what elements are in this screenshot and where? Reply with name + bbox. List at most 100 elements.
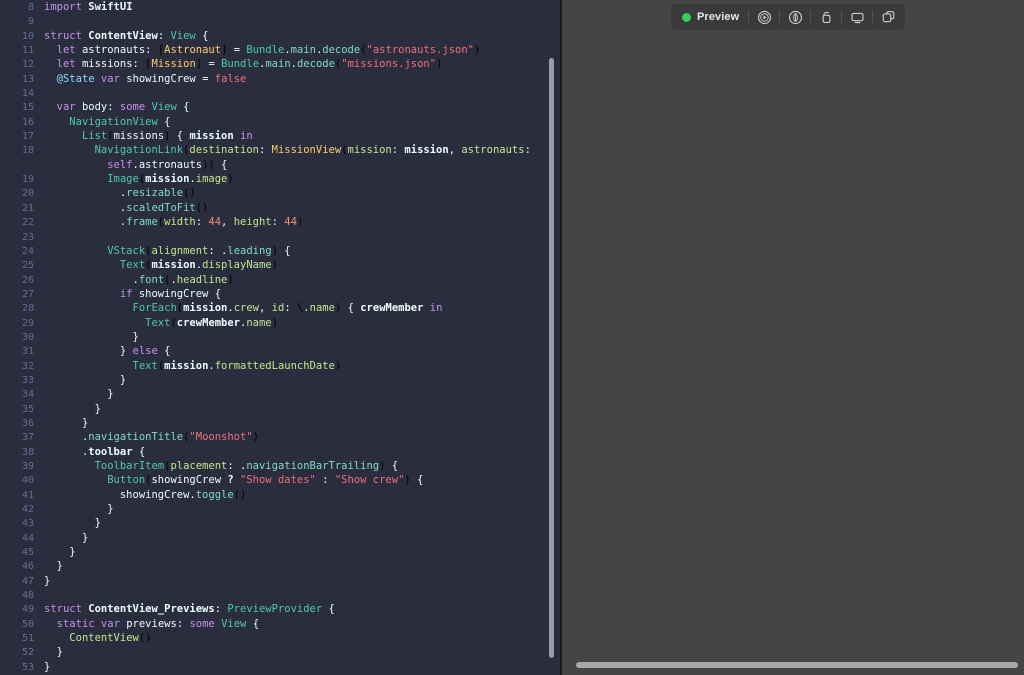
code-text: ToolbarItem(placement: .navigationBarTra…: [94, 460, 399, 472]
preview-on-device-button[interactable]: [842, 6, 872, 28]
code-text: static var previews: some View {: [56, 617, 260, 630]
code-text: .navigationTitle("Moonshot"): [81, 431, 259, 444]
code-line: 27 if showingCrew {: [0, 287, 531, 301]
source-code[interactable]: 8 import SwiftUI 9 10 struct ContentView: V…: [0, 0, 531, 674]
code-line: 47}: [0, 574, 531, 588]
line-number: 24: [21, 245, 34, 257]
line-number: 30: [21, 331, 34, 343]
line-number: 8: [27, 2, 34, 13]
line-number: 16: [21, 116, 34, 128]
line-number: 52: [21, 647, 34, 659]
code-line: 46 }: [0, 559, 531, 573]
code-text: .toolbar {: [81, 445, 146, 458]
line-number: 23: [21, 231, 34, 243]
code-text: import SwiftUI: [44, 1, 133, 13]
rotate-device-button[interactable]: [811, 6, 841, 28]
preview-canvas-pane: Preview: [562, 0, 1024, 675]
code-text: }: [132, 330, 139, 343]
code-line: 33 }: [0, 373, 531, 387]
line-number: 47: [21, 575, 34, 587]
code-line: 8 import SwiftUI: [0, 0, 531, 14]
line-number: 10: [21, 30, 34, 42]
rotate-device-icon: [819, 10, 834, 25]
line-number: 15: [21, 102, 34, 114]
line-number: 22: [21, 217, 34, 229]
inspect-preview-button[interactable]: [780, 6, 810, 28]
duplicate-icon: [881, 10, 896, 25]
canvas-horizontal-scrollbar[interactable]: [576, 662, 1018, 668]
code-line: 51 ContentView(): [0, 631, 531, 645]
line-number: 42: [21, 504, 34, 516]
code-line: 22 .frame(width: 44, height: 44): [0, 215, 531, 229]
line-number: 44: [21, 532, 34, 544]
line-number: 27: [21, 288, 34, 300]
code-line: 25 Text(mission.displayName): [0, 258, 531, 272]
line-number: 43: [21, 518, 34, 530]
line-number: 31: [21, 346, 34, 358]
code-line: 16 NavigationView {: [0, 115, 531, 129]
code-text: }: [81, 416, 89, 429]
code-text: ContentView(): [69, 632, 152, 645]
code-line: 28 ForEach(mission.crew, id: \.name) { c…: [0, 301, 531, 315]
code-text: }: [69, 546, 76, 559]
preview-status-dot: [682, 12, 691, 22]
code-line: 17 List(missions) { mission in: [0, 129, 531, 143]
code-text: Text(crewMember.name): [145, 316, 278, 329]
code-text: struct ContentView: View {: [44, 29, 209, 42]
line-number: 14: [21, 88, 34, 100]
code-text: } else {: [119, 345, 171, 358]
code-line: 37 .navigationTitle("Moonshot"): [0, 430, 531, 444]
code-text: ForEach(mission.crew, id: \.name) { crew…: [132, 302, 443, 315]
code-line: 15 var body: some View {: [0, 100, 531, 114]
code-text: }: [94, 402, 101, 415]
code-text: NavigationView {: [69, 115, 171, 128]
code-line: 29 Text(crewMember.name): [0, 316, 531, 330]
line-number: 26: [21, 274, 34, 286]
code-text: }: [119, 373, 127, 386]
code-line: 39 ToolbarItem(placement: .navigationBar…: [0, 459, 531, 473]
code-line: 50 static var previews: some View {: [0, 617, 531, 631]
line-number: 40: [21, 475, 34, 487]
code-text: }: [107, 388, 114, 401]
code-text: }: [94, 517, 101, 530]
code-line: 19 Image(mission.image): [0, 172, 531, 186]
code-line: 9: [0, 14, 531, 28]
editor-vertical-scrollbar[interactable]: [549, 58, 554, 658]
line-number: 38: [21, 446, 34, 458]
line-number: 46: [21, 561, 34, 573]
code-line: 20 .resizable(): [0, 186, 531, 200]
code-text: Image(mission.image): [107, 173, 234, 186]
code-text: NavigationLink(destination: MissionView(…: [94, 144, 531, 157]
preview-status[interactable]: Preview: [673, 6, 748, 28]
line-number: 32: [21, 360, 34, 372]
code-text: var body: some View {: [56, 101, 190, 114]
line-number: 53: [21, 661, 34, 673]
line-number: 51: [21, 633, 34, 645]
code-text: let missions: [Mission] = Bundle.main.de…: [56, 58, 443, 71]
source-editor-pane[interactable]: 8 import SwiftUI 9 10 struct ContentView: V…: [0, 0, 560, 675]
preview-status-label: Preview: [697, 11, 740, 23]
line-number: 19: [21, 174, 34, 186]
code-line: 43 }: [0, 516, 531, 530]
play-circle-icon: [757, 10, 772, 25]
code-line: 49 struct ContentView_Previews: PreviewPr…: [0, 602, 531, 616]
line-number: 18: [21, 145, 34, 157]
code-line: 11 let astronauts: [Astronaut] = Bundle.…: [0, 43, 531, 57]
code-line: 36 }: [0, 416, 531, 430]
code-text: }: [56, 646, 63, 659]
code-line: 21 .scaledToFit(): [0, 201, 531, 215]
display-icon: [850, 10, 865, 25]
duplicate-preview-button[interactable]: [873, 6, 903, 28]
code-text: Text(mission.displayName): [119, 259, 278, 272]
line-number: 37: [21, 432, 34, 444]
code-line: 45 }: [0, 545, 531, 559]
line-number: 11: [21, 45, 34, 57]
line-number: 50: [21, 618, 34, 630]
code-line: 18 NavigationLink(destination: MissionVi…: [0, 143, 531, 157]
line-number: 41: [21, 489, 34, 501]
code-line: 26 .font(.headline): [0, 273, 531, 287]
play-preview-button[interactable]: [749, 6, 779, 28]
line-number: 28: [21, 303, 34, 315]
